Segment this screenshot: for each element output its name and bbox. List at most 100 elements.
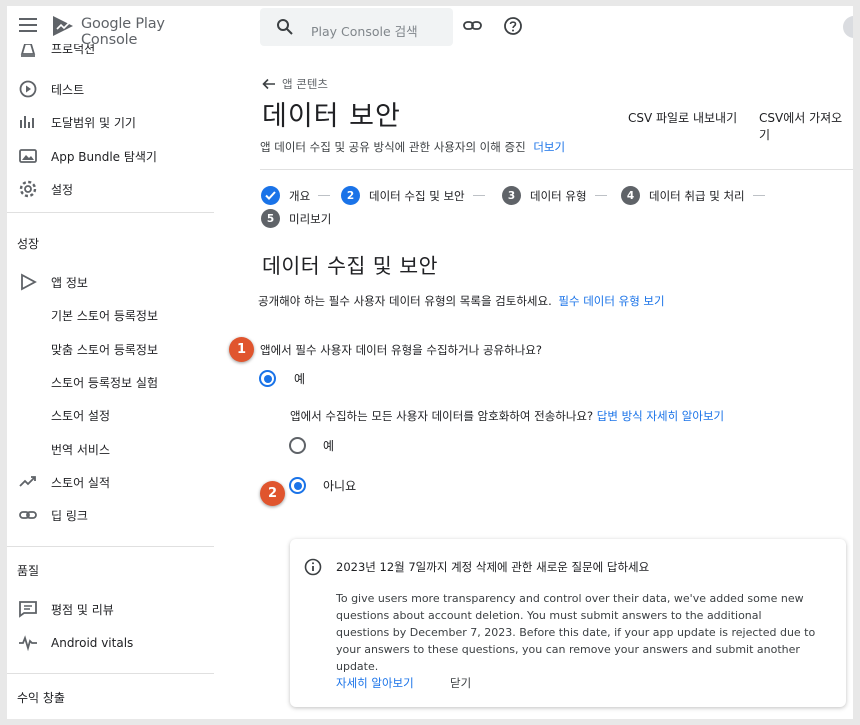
check-icon — [261, 186, 280, 205]
section-desc-text: 공개해야 하는 필수 사용자 데이터 유형의 목록을 검토하세요. — [258, 294, 552, 308]
export-csv-button[interactable]: CSV 파일로 내보내기 — [628, 109, 737, 126]
search-input[interactable]: Play Console 검색 — [311, 21, 418, 40]
sidebar-item-label: App Bundle 탐색기 — [51, 149, 157, 164]
account-deletion-notice: 2023년 12월 7일까지 계정 삭제에 관한 새로운 질문에 답하세요 To… — [290, 539, 846, 707]
step-data-types[interactable]: 3 데이터 유형 — [502, 186, 607, 205]
notice-body: To give users more transparency and cont… — [336, 592, 816, 673]
q2-yes-radio[interactable] — [289, 437, 306, 454]
step-number: 4 — [621, 186, 640, 205]
sidebar-divider — [7, 673, 214, 674]
step-number: 5 — [261, 209, 280, 228]
q2-no-label: 아니요 — [323, 479, 357, 493]
step-label: 미리보기 — [289, 211, 332, 226]
link-icon[interactable] — [463, 18, 483, 34]
learn-more-button[interactable]: 자세히 알아보기 — [336, 675, 414, 691]
sidebar-divider — [7, 546, 214, 547]
vitals-icon — [19, 635, 37, 652]
back-link[interactable]: 앱 콘텐츠 — [262, 76, 328, 92]
trending-up-icon — [19, 476, 36, 487]
production-icon — [20, 44, 36, 57]
menu-icon[interactable] — [19, 18, 37, 32]
sidebar-section-quality: 품질 — [17, 564, 40, 578]
import-csv-button[interactable]: CSV에서 가져오기 — [759, 109, 853, 143]
q2-no-radio[interactable] — [289, 477, 306, 494]
sidebar-item-testing[interactable]: 테스트 — [7, 76, 214, 102]
play-icon — [21, 273, 37, 291]
q1-yes-label: 예 — [294, 372, 306, 386]
sidebar-item-android-vitals[interactable]: Android vitals — [7, 630, 214, 656]
sidebar-item-label: 맞춤 스토어 등록정보 — [51, 342, 158, 357]
search-bar[interactable]: Play Console 검색 — [260, 8, 453, 46]
sidebar-item-label: 딥 링크 — [51, 508, 88, 523]
required-data-types-link[interactable]: 필수 데이터 유형 보기 — [558, 294, 664, 308]
answer-help-link[interactable]: 답변 방식 자세히 알아보기 — [597, 409, 724, 423]
app-window: Google Play Console 프로덕션 테스트 도달범위 및 기기 A… — [7, 6, 853, 719]
sidebar-item-label: 도달범위 및 기기 — [51, 115, 136, 130]
gear-icon — [19, 180, 37, 198]
sidebar: Google Play Console 프로덕션 테스트 도달범위 및 기기 A… — [7, 6, 214, 719]
page-title: 데이터 보안 — [262, 101, 401, 132]
sidebar-section-grow: 성장 — [17, 237, 40, 251]
sidebar-item-label: 스토어 설정 — [51, 408, 111, 423]
question-encryption: 앱에서 수집하는 모든 사용자 데이터를 암호화하여 전송하나요? 답변 방식 … — [290, 408, 724, 424]
sidebar-item-settings[interactable]: 설정 — [7, 176, 214, 202]
sidebar-item-label: 스토어 실적 — [51, 475, 111, 490]
sidebar-item-listing-experiments[interactable]: 스토어 등록정보 실험 — [7, 369, 214, 395]
sidebar-item-label: 번역 서비스 — [51, 442, 111, 457]
sidebar-item-store-performance[interactable]: 스토어 실적 — [7, 469, 214, 495]
search-icon — [277, 19, 293, 35]
sidebar-item-app-bundle[interactable]: App Bundle 탐색기 — [7, 143, 214, 169]
step-overview[interactable]: 개요 — [261, 186, 331, 205]
sidebar-item-ratings[interactable]: 평점 및 리뷰 — [7, 596, 214, 622]
q1-yes-radio[interactable] — [259, 370, 276, 387]
step-label: 데이터 유형 — [530, 188, 587, 203]
review-icon — [19, 601, 37, 618]
sidebar-item-label: 설정 — [51, 182, 74, 197]
sidebar-item-label: 앱 정보 — [51, 275, 88, 290]
sidebar-divider — [7, 212, 214, 213]
step-label: 개요 — [289, 188, 311, 203]
sidebar-item-label: 평점 및 리뷰 — [51, 602, 114, 617]
step-number: 3 — [502, 186, 521, 205]
testing-icon — [19, 80, 37, 98]
sidebar-item-main-listing[interactable]: 기본 스토어 등록정보 — [7, 302, 214, 328]
step-label: 데이터 수집 및 보안 — [369, 188, 465, 203]
help-icon[interactable] — [503, 16, 523, 36]
header-divider — [260, 169, 853, 170]
page-subtitle: 앱 데이터 수집 및 공유 방식에 관한 사용자의 이해 증진 더보기 — [260, 139, 565, 155]
sidebar-item-custom-listing[interactable]: 맞춤 스토어 등록정보 — [7, 336, 214, 362]
step-data-collection[interactable]: 2 데이터 수집 및 보안 — [341, 186, 485, 205]
section-desc: 공개해야 하는 필수 사용자 데이터 유형의 목록을 검토하세요. 필수 데이터… — [258, 293, 665, 309]
sidebar-item-app-info[interactable]: 앱 정보 — [7, 269, 214, 295]
link-icon — [19, 511, 37, 519]
subtitle-text: 앱 데이터 수집 및 공유 방식에 관한 사용자의 이해 증진 — [260, 140, 526, 154]
sidebar-item-production[interactable]: 프로덕션 — [7, 44, 214, 64]
more-link[interactable]: 더보기 — [533, 140, 565, 154]
sidebar-item-label: 테스트 — [51, 82, 85, 97]
question-collect-share: 앱에서 필수 사용자 데이터 유형을 수집하거나 공유하나요? — [260, 343, 542, 357]
arrow-back-icon — [262, 78, 275, 90]
sidebar-item-label: 스토어 등록정보 실험 — [51, 375, 158, 390]
bundle-icon — [19, 149, 37, 163]
step-preview[interactable]: 5 미리보기 — [261, 209, 331, 228]
close-button[interactable]: 닫기 — [450, 675, 471, 691]
back-label: 앱 콘텐츠 — [282, 77, 328, 91]
q2-yes-label: 예 — [323, 439, 335, 453]
sidebar-item-deep-links[interactable]: 딥 링크 — [7, 502, 214, 528]
sidebar-item-translation[interactable]: 번역 서비스 — [7, 436, 214, 462]
sidebar-item-reach[interactable]: 도달범위 및 기기 — [7, 109, 214, 135]
bar-chart-icon — [20, 116, 34, 128]
info-icon — [304, 558, 322, 576]
play-console-logo-icon — [53, 16, 73, 36]
q2-text: 앱에서 수집하는 모든 사용자 데이터를 암호화하여 전송하나요? — [290, 409, 594, 423]
sidebar-item-label: 기본 스토어 등록정보 — [51, 308, 158, 323]
step-data-handling[interactable]: 4 데이터 취급 및 처리 — [621, 186, 765, 205]
avatar[interactable] — [843, 16, 853, 38]
sidebar-section-monetize: 수익 창출 — [17, 691, 65, 705]
notice-title: 2023년 12월 7일까지 계정 삭제에 관한 새로운 질문에 답하세요 — [336, 560, 650, 574]
sidebar-item-label: 프로덕션 — [51, 44, 96, 56]
step-label: 데이터 취급 및 처리 — [649, 188, 745, 203]
sidebar-item-label: Android vitals — [51, 636, 134, 650]
sidebar-item-store-settings[interactable]: 스토어 설정 — [7, 402, 214, 428]
annotation-badge-2: 2 — [260, 481, 285, 506]
